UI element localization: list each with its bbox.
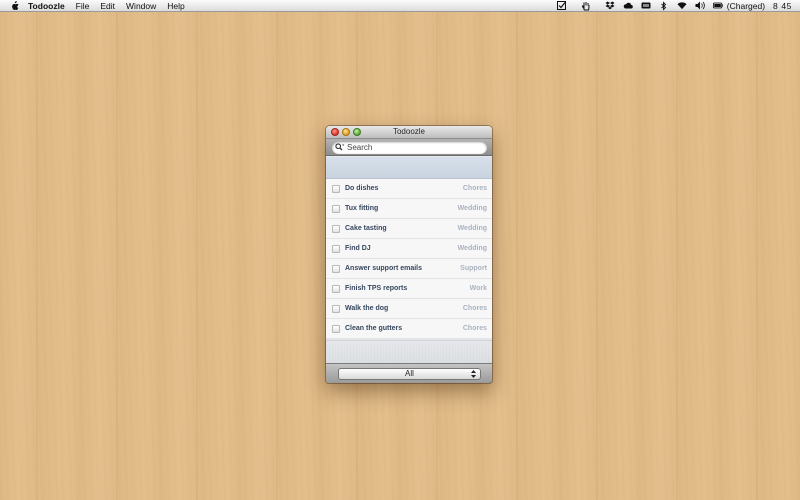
task-row[interactable]: Answer support emails Support: [326, 259, 492, 279]
task-title: Answer support emails: [345, 265, 423, 272]
task-row[interactable]: Clean the gutters Chores: [326, 319, 492, 339]
task-checkbox[interactable]: [332, 324, 340, 333]
task-checkbox[interactable]: [332, 304, 340, 313]
menu-edit[interactable]: Edit: [100, 1, 115, 11]
resize-grip-icon[interactable]: [484, 375, 492, 383]
task-tag: Wedding: [457, 245, 487, 252]
menu-app-name[interactable]: Todoozle: [28, 1, 65, 11]
task-tag: Chores: [462, 305, 487, 312]
checklist-icon[interactable]: [557, 1, 567, 11]
task-title: Cake tasting: [345, 225, 387, 232]
list-empty-area: [326, 340, 492, 363]
battery-icon[interactable]: [712, 1, 723, 11]
task-row[interactable]: Find DJ Wedding: [326, 239, 492, 259]
bottom-bar: All: [326, 363, 492, 383]
window-title: Todoozle: [392, 127, 426, 136]
task-checkbox[interactable]: [332, 184, 340, 193]
task-row[interactable]: Walk the dog Chores: [326, 299, 492, 319]
list-header: [326, 157, 492, 179]
menu-help[interactable]: Help: [167, 1, 184, 11]
display-icon[interactable]: [641, 1, 651, 11]
task-tag: Wedding: [457, 225, 487, 232]
task-title: Clean the gutters: [345, 325, 403, 332]
bluetooth-icon[interactable]: [659, 0, 669, 11]
task-checkbox[interactable]: [332, 244, 340, 253]
battery-status[interactable]: (Charged): [727, 1, 765, 11]
task-title: Do dishes: [345, 185, 379, 192]
filter-select[interactable]: All: [338, 368, 481, 380]
task-title: Find DJ: [345, 245, 371, 252]
task-title: Walk the dog: [345, 305, 389, 312]
menu-file[interactable]: File: [76, 1, 90, 11]
task-tag: Wedding: [457, 205, 487, 212]
todoozle-window: Todoozle Do dishes Chores Tux fitting We…: [326, 126, 492, 383]
search-bar: [326, 139, 492, 156]
filter-selected-value: All: [405, 369, 414, 378]
task-tag: Work: [469, 285, 487, 292]
task-checkbox[interactable]: [332, 284, 340, 293]
window-titlebar[interactable]: Todoozle: [326, 126, 492, 139]
volume-icon[interactable]: [695, 1, 705, 11]
search-input[interactable]: [347, 142, 477, 153]
status-area: (Charged) 8 45: [549, 0, 800, 12]
menu-window[interactable]: Window: [126, 1, 156, 11]
up-down-arrows-icon: [470, 370, 476, 378]
search-icon[interactable]: [335, 143, 345, 153]
task-tag: Chores: [462, 185, 487, 192]
task-row[interactable]: Do dishes Chores: [326, 179, 492, 199]
task-title: Finish TPS reports: [345, 285, 408, 292]
menu-clock[interactable]: 8 45: [773, 1, 792, 11]
task-title: Tux fitting: [345, 205, 379, 212]
apple-icon[interactable]: [10, 0, 20, 11]
task-row[interactable]: Tux fitting Wedding: [326, 199, 492, 219]
menu-bar: Todoozle File Edit Window Help (Charged)…: [0, 0, 800, 12]
wifi-icon[interactable]: [677, 1, 687, 11]
task-row[interactable]: Finish TPS reports Work: [326, 279, 492, 299]
task-tag: Support: [460, 265, 487, 272]
task-tag: Chores: [462, 325, 487, 332]
task-checkbox[interactable]: [332, 264, 340, 273]
hand-icon[interactable]: [581, 1, 591, 11]
task-list: Do dishes Chores Tux fitting Wedding Cak…: [326, 179, 492, 339]
cloud-icon[interactable]: [623, 1, 633, 11]
search-field[interactable]: [332, 141, 487, 154]
task-checkbox[interactable]: [332, 204, 340, 213]
task-checkbox[interactable]: [332, 224, 340, 233]
task-row[interactable]: Cake tasting Wedding: [326, 219, 492, 239]
dropbox-icon[interactable]: [605, 1, 615, 11]
